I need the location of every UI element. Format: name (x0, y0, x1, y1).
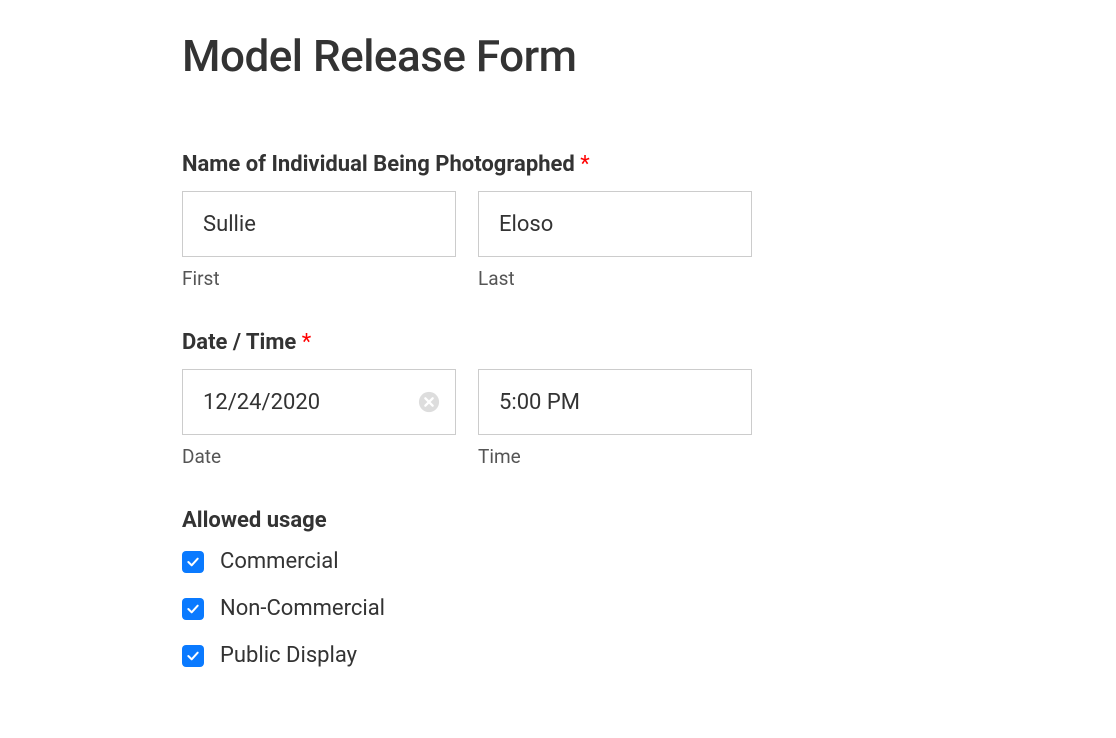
first-name-input[interactable] (182, 191, 456, 257)
usage-checkbox-group: Commercial Non-Commercial Public Display (182, 549, 1116, 668)
form-title: Model Release Form (182, 30, 1116, 82)
datetime-field-group: Date / Time * Date Time (182, 330, 1116, 468)
date-col: Date (182, 369, 456, 468)
required-asterisk: * (580, 152, 589, 177)
first-name-sublabel: First (182, 267, 456, 290)
checkbox-non-commercial[interactable] (182, 598, 204, 620)
datetime-label-text: Date / Time (182, 330, 296, 355)
last-name-sublabel: Last (478, 267, 752, 290)
last-name-input[interactable] (478, 191, 752, 257)
name-input-row: First Last (182, 191, 1116, 290)
checkbox-commercial[interactable] (182, 551, 204, 573)
checkbox-public-display[interactable] (182, 645, 204, 667)
usage-field-group: Allowed usage Commercial Non-Commercial (182, 508, 1116, 668)
checkbox-row-public-display: Public Display (182, 643, 1116, 668)
time-sublabel: Time (478, 445, 752, 468)
date-input-wrapper (182, 369, 456, 435)
date-sublabel: Date (182, 445, 456, 468)
first-name-col: First (182, 191, 456, 290)
name-field-label: Name of Individual Being Photographed * (182, 152, 1116, 177)
checkbox-row-commercial: Commercial (182, 549, 1116, 574)
checkbox-label-public-display: Public Display (220, 643, 357, 668)
required-asterisk: * (302, 330, 311, 355)
checkbox-row-non-commercial: Non-Commercial (182, 596, 1116, 621)
clear-date-icon[interactable] (418, 391, 440, 413)
time-col: Time (478, 369, 752, 468)
checkbox-label-commercial: Commercial (220, 549, 339, 574)
datetime-field-label: Date / Time * (182, 330, 1116, 355)
checkbox-label-non-commercial: Non-Commercial (220, 596, 385, 621)
usage-field-label: Allowed usage (182, 508, 1116, 533)
datetime-input-row: Date Time (182, 369, 1116, 468)
time-input[interactable] (478, 369, 752, 435)
last-name-col: Last (478, 191, 752, 290)
name-field-group: Name of Individual Being Photographed * … (182, 152, 1116, 290)
name-label-text: Name of Individual Being Photographed (182, 152, 575, 177)
date-input[interactable] (182, 369, 456, 435)
